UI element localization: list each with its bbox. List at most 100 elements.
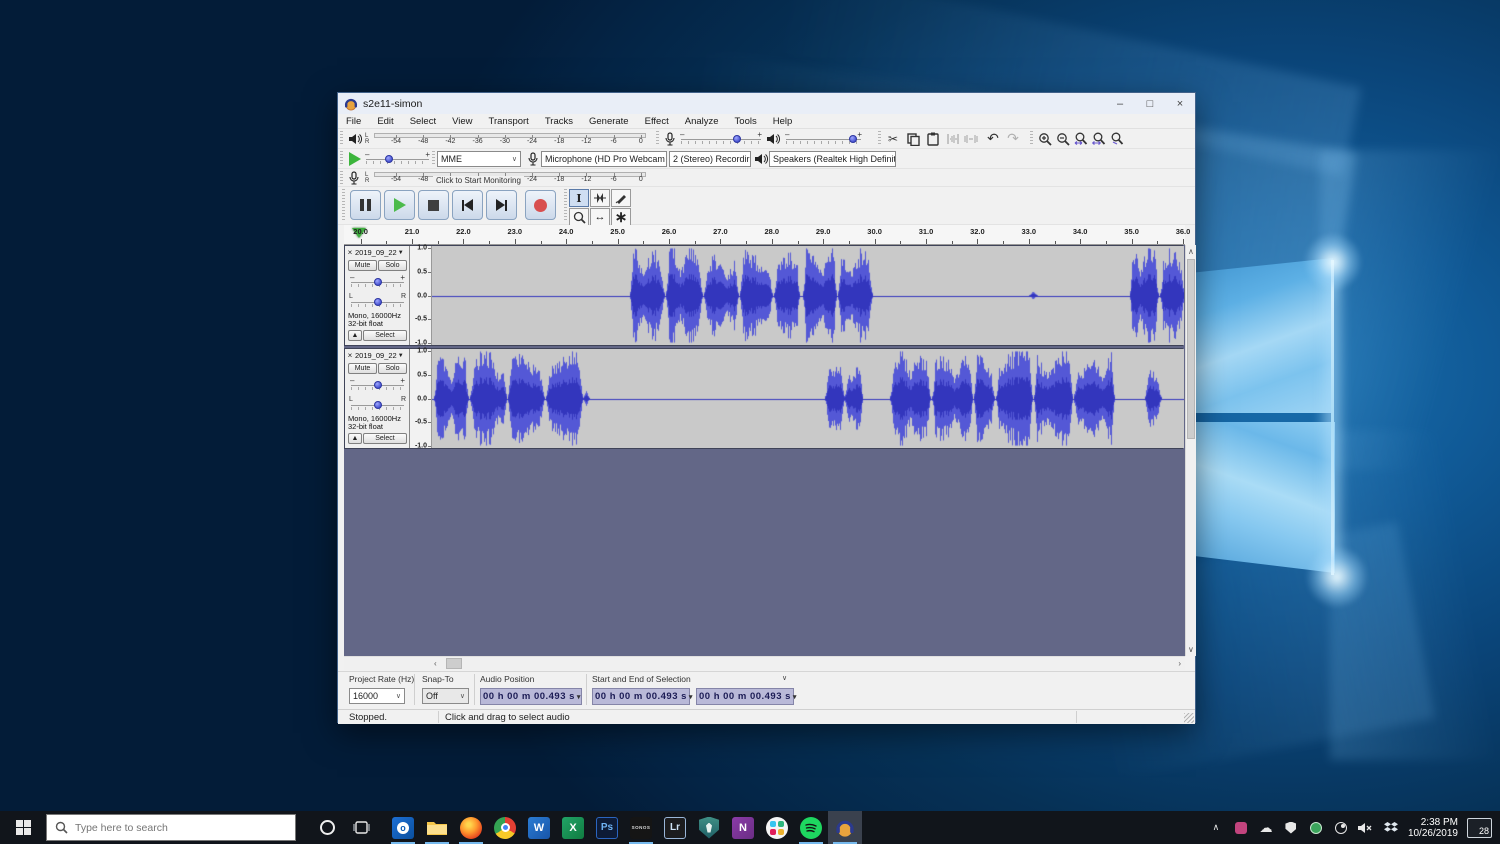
track-2-waveform[interactable] bbox=[432, 349, 1184, 448]
menu-item-tools[interactable]: Tools bbox=[727, 116, 765, 127]
undo-button[interactable]: ↶ bbox=[984, 130, 1002, 146]
menu-item-help[interactable]: Help bbox=[765, 116, 801, 127]
project-rate-select[interactable]: 16000∨ bbox=[349, 688, 405, 704]
menu-item-select[interactable]: Select bbox=[402, 116, 444, 127]
menu-item-transport[interactable]: Transport bbox=[481, 116, 537, 127]
selection-tool-button[interactable]: I bbox=[569, 189, 589, 207]
track-2-vertical-scale[interactable]: 1.00.50.0-0.5-1.0 bbox=[410, 349, 432, 448]
playback-device-select[interactable]: Speakers (Realtek High Definiti∨ bbox=[769, 151, 896, 167]
copy-button[interactable] bbox=[904, 131, 922, 147]
track-1-name[interactable]: 2019_09_22 bbox=[355, 248, 397, 257]
time-shift-tool-button[interactable]: ↔ bbox=[590, 208, 610, 226]
audio-host-select[interactable]: MME∨ bbox=[437, 151, 521, 167]
taskbar-app-firefox[interactable] bbox=[454, 811, 488, 844]
selection-end-field[interactable]: 00 h 00 m 00.493 s▾ bbox=[696, 688, 794, 705]
scroll-down-icon[interactable]: ∨ bbox=[1188, 645, 1194, 654]
taskbar-app-lightroom[interactable]: Lr bbox=[658, 811, 692, 844]
skip-to-end-button[interactable] bbox=[486, 190, 517, 220]
menu-item-effect[interactable]: Effect bbox=[637, 116, 677, 127]
taskbar-app-audacity[interactable] bbox=[828, 811, 862, 844]
track-1-waveform[interactable] bbox=[432, 246, 1184, 345]
track-1-solo-button[interactable]: Solo bbox=[378, 260, 407, 271]
pause-button[interactable] bbox=[350, 190, 381, 220]
track-1-menu-icon[interactable]: ▼ bbox=[398, 250, 404, 256]
steam-icon[interactable] bbox=[1333, 820, 1349, 836]
recording-volume-slider[interactable]: –+ bbox=[681, 133, 761, 145]
minimize-button[interactable]: – bbox=[1105, 94, 1135, 113]
draw-tool-button[interactable] bbox=[611, 189, 631, 207]
taskbar-app-chrome[interactable] bbox=[488, 811, 522, 844]
action-center-button[interactable]: 28 bbox=[1467, 818, 1492, 838]
taskbar-app-onenote[interactable]: N bbox=[726, 811, 760, 844]
scroll-left-icon[interactable]: ‹ bbox=[434, 659, 437, 668]
track-1-vertical-scale[interactable]: 1.00.50.0-0.5-1.0 bbox=[410, 246, 432, 345]
taskbar-app-sonos[interactable]: SONOS bbox=[624, 811, 658, 844]
zoom-in-button[interactable] bbox=[1036, 131, 1054, 147]
skip-to-start-button[interactable] bbox=[452, 190, 483, 220]
recording-channels-select[interactable]: 2 (Stereo) Recordir∨ bbox=[669, 151, 751, 167]
track-2-name[interactable]: 2019_09_22 bbox=[355, 351, 397, 360]
audio-position-field[interactable]: 00 h 00 m 00.493 s▾ bbox=[480, 688, 582, 705]
track-1-gain-slider[interactable]: –+ bbox=[351, 276, 404, 288]
start-button[interactable] bbox=[0, 811, 46, 844]
track-1-pan-slider[interactable]: LR bbox=[351, 296, 404, 308]
cortana-button[interactable] bbox=[310, 811, 344, 844]
hidden-icons-chevron[interactable]: ∧ bbox=[1208, 820, 1224, 836]
taskbar-app-slack[interactable] bbox=[760, 811, 794, 844]
track-2-pan-slider[interactable]: LR bbox=[351, 399, 404, 411]
taskbar-app-file-explorer[interactable] bbox=[420, 811, 454, 844]
cut-button[interactable]: ✂ bbox=[884, 131, 902, 147]
timeline-ruler[interactable]: 20.021.022.023.024.025.026.027.028.029.0… bbox=[344, 225, 1185, 245]
zoom-out-button[interactable] bbox=[1054, 131, 1072, 147]
play-at-speed-button[interactable] bbox=[349, 152, 361, 166]
scroll-right-icon[interactable]: › bbox=[1178, 659, 1181, 668]
defender-shield-icon[interactable] bbox=[1283, 820, 1299, 836]
snap-to-select[interactable]: Off∨ bbox=[422, 688, 469, 704]
track-2-close-icon[interactable]: × bbox=[345, 351, 355, 360]
track-workspace[interactable]: × 2019_09_22 ▼ Mute Solo –+ LR Mono, 160… bbox=[344, 245, 1185, 656]
taskbar-clock[interactable]: 2:38 PM 10/26/2019 bbox=[1408, 817, 1458, 839]
tray-green-status-icon[interactable] bbox=[1308, 820, 1324, 836]
taskbar-app-word[interactable]: W bbox=[522, 811, 556, 844]
taskbar-app-spotify[interactable] bbox=[794, 811, 828, 844]
track-1-close-icon[interactable]: × bbox=[345, 248, 355, 257]
onedrive-cloud-icon[interactable]: ☁ bbox=[1258, 820, 1274, 836]
fit-project-button[interactable] bbox=[1090, 131, 1108, 147]
track-1-collapse-button[interactable]: ▲ bbox=[348, 330, 362, 341]
menu-item-analyze[interactable]: Analyze bbox=[677, 116, 727, 127]
menu-item-tracks[interactable]: Tracks bbox=[537, 116, 581, 127]
redo-button[interactable]: ↷ bbox=[1004, 130, 1022, 146]
zoom-tool-button[interactable] bbox=[569, 208, 589, 226]
selection-range-label[interactable]: Start and End of Selection bbox=[592, 674, 691, 684]
title-bar[interactable]: s2e11-simon – □ × bbox=[338, 93, 1195, 114]
record-button[interactable] bbox=[525, 190, 556, 220]
track-1-mute-button[interactable]: Mute bbox=[348, 260, 377, 271]
search-input[interactable] bbox=[75, 822, 265, 834]
menu-item-view[interactable]: View bbox=[444, 116, 480, 127]
playback-volume-slider[interactable]: –+ bbox=[786, 133, 861, 145]
menu-item-file[interactable]: File bbox=[338, 116, 369, 127]
selection-range-dropdown-icon[interactable]: ∨ bbox=[782, 674, 787, 682]
tray-remote-icon[interactable] bbox=[1233, 820, 1249, 836]
taskbar-app-photoshop[interactable]: Ps bbox=[590, 811, 624, 844]
vertical-scrollbar[interactable]: ∧ ∨ bbox=[1185, 245, 1196, 656]
recording-device-select[interactable]: Microphone (HD Pro Webcam C∨ bbox=[541, 151, 667, 167]
multi-tool-button[interactable]: ∗ bbox=[611, 208, 631, 226]
horizontal-scrollbar[interactable]: ‹ › bbox=[344, 656, 1185, 670]
track-2-gain-slider[interactable]: –+ bbox=[351, 379, 404, 391]
zoom-toggle-button[interactable] bbox=[1108, 131, 1126, 147]
track-1-select-button[interactable]: Select bbox=[363, 330, 407, 341]
volume-muted-icon[interactable] bbox=[1358, 820, 1374, 836]
scroll-up-icon[interactable]: ∧ bbox=[1188, 247, 1194, 256]
resize-grip[interactable] bbox=[1184, 713, 1194, 723]
selection-start-field[interactable]: 00 h 00 m 00.493 s▾ bbox=[592, 688, 690, 705]
task-view-button[interactable] bbox=[344, 811, 378, 844]
taskbar-search[interactable] bbox=[46, 814, 296, 841]
track-2-mute-button[interactable]: Mute bbox=[348, 363, 377, 374]
play-speed-slider[interactable]: –+ bbox=[366, 153, 429, 165]
close-button[interactable]: × bbox=[1165, 94, 1195, 113]
taskbar-app-excel[interactable]: X bbox=[556, 811, 590, 844]
dropbox-icon[interactable] bbox=[1383, 820, 1399, 836]
track-2-solo-button[interactable]: Solo bbox=[378, 363, 407, 374]
trim-audio-button[interactable] bbox=[944, 131, 962, 147]
